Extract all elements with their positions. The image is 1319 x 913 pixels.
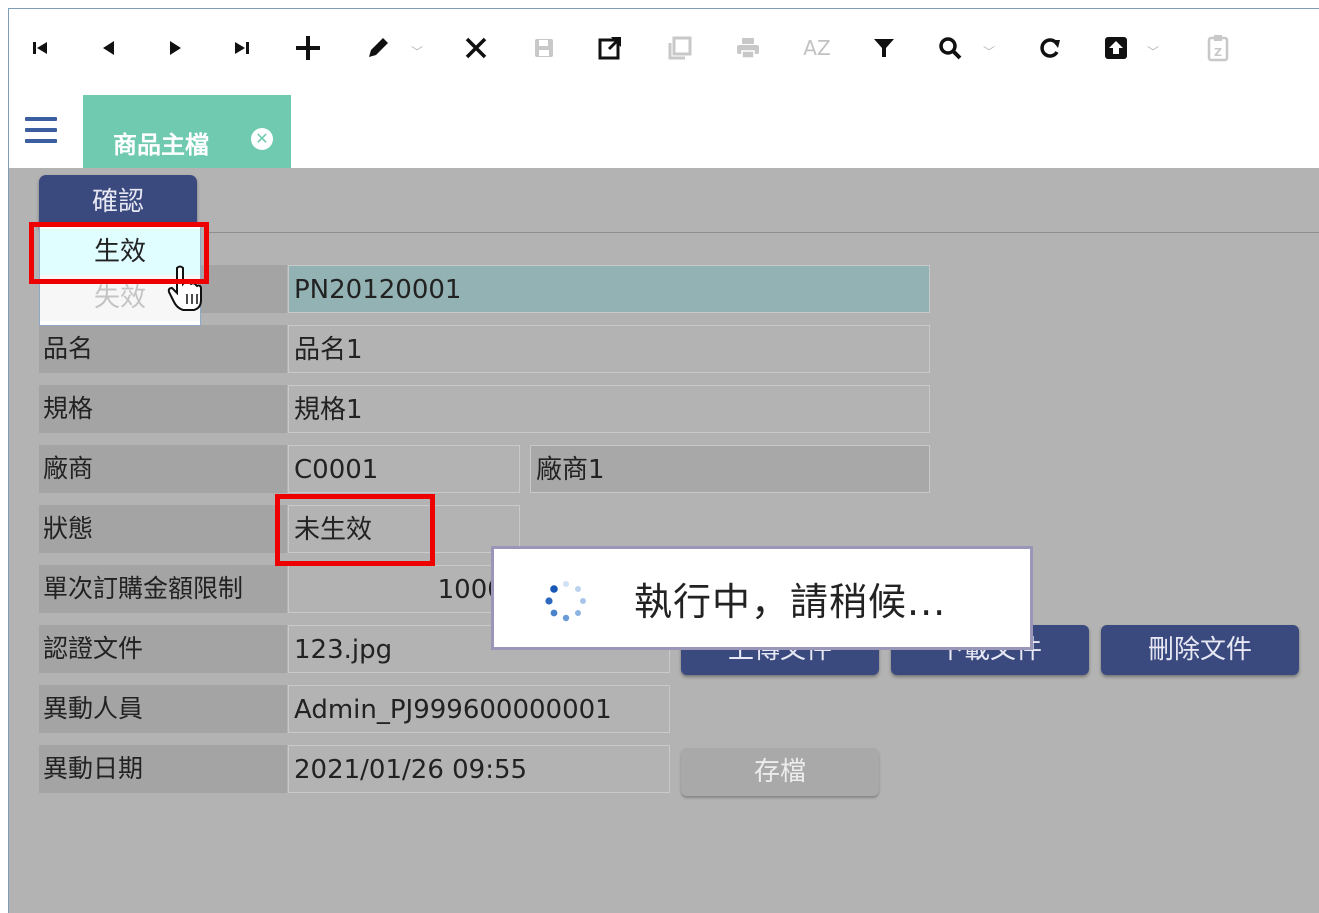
refresh-icon[interactable] bbox=[1033, 31, 1067, 65]
save-button: 存檔 bbox=[681, 748, 879, 796]
upload-box-icon[interactable] bbox=[1099, 31, 1133, 65]
prev-record-icon[interactable] bbox=[91, 31, 125, 65]
spec-label: 規格 bbox=[39, 385, 287, 433]
loading-text: 執行中，請稍候... bbox=[634, 580, 947, 624]
highlight-status-field bbox=[275, 494, 435, 566]
document-label: 認證文件 bbox=[39, 625, 287, 673]
status-label: 狀態 bbox=[39, 505, 287, 553]
sort-az-icon: AZ bbox=[803, 36, 831, 60]
hamburger-menu-icon[interactable] bbox=[25, 117, 57, 143]
name-label: 品名 bbox=[39, 325, 287, 373]
divider-line bbox=[209, 232, 1319, 233]
search-dropdown-chevron-icon[interactable]: ﹀ bbox=[983, 43, 995, 60]
vendor-name-field: 廠商1 bbox=[530, 445, 930, 493]
tab-close-icon[interactable]: ✕ bbox=[251, 128, 273, 150]
clipboard-icon: Z bbox=[1201, 31, 1235, 65]
modified-date-field: 2021/01/26 09:55 bbox=[288, 745, 670, 793]
app-window: ﹀ AZ ﹀ ﹀ Z 商品主檔 ✕ 確認 PN20120001 品名 品名1 規… bbox=[8, 8, 1319, 913]
name-field[interactable]: 品名1 bbox=[288, 325, 930, 373]
spec-field[interactable]: 規格1 bbox=[288, 385, 930, 433]
form-area: 確認 PN20120001 品名 品名1 規格 規格1 廠商 C0001 廠商1… bbox=[9, 168, 1319, 913]
last-record-icon[interactable] bbox=[225, 31, 259, 65]
order-limit-label: 單次訂購金額限制 bbox=[39, 565, 287, 613]
open-external-icon[interactable] bbox=[593, 31, 627, 65]
modifier-label: 異動人員 bbox=[39, 685, 287, 733]
toolbar: ﹀ AZ ﹀ ﹀ Z bbox=[9, 9, 1319, 87]
vendor-label: 廠商 bbox=[39, 445, 287, 493]
tab-product-master[interactable]: 商品主檔 ✕ bbox=[83, 95, 291, 169]
delete-x-icon[interactable] bbox=[459, 31, 493, 65]
upload-dropdown-chevron-icon[interactable]: ﹀ bbox=[1147, 43, 1159, 60]
code-field[interactable]: PN20120001 bbox=[288, 265, 930, 313]
filter-funnel-icon[interactable] bbox=[867, 31, 901, 65]
modified-date-label: 異動日期 bbox=[39, 745, 287, 793]
svg-text:Z: Z bbox=[1214, 46, 1222, 59]
tab-label: 商品主檔 bbox=[113, 131, 209, 159]
tab-bar: 商品主檔 ✕ bbox=[9, 87, 1319, 169]
print-icon bbox=[731, 31, 765, 65]
edit-pencil-icon[interactable] bbox=[361, 31, 395, 65]
first-record-icon[interactable] bbox=[23, 31, 57, 65]
modifier-field: Admin_PJ999600000001 bbox=[288, 685, 670, 733]
copy-icon bbox=[663, 31, 697, 65]
edit-dropdown-chevron-icon[interactable]: ﹀ bbox=[411, 43, 423, 60]
loading-spinner-icon bbox=[545, 581, 586, 622]
search-magnifier-icon[interactable] bbox=[933, 31, 967, 65]
vendor-code-field[interactable]: C0001 bbox=[288, 445, 520, 493]
confirm-button[interactable]: 確認 bbox=[39, 175, 197, 229]
add-icon[interactable] bbox=[291, 31, 325, 65]
next-record-icon[interactable] bbox=[159, 31, 193, 65]
loading-dialog: 執行中，請稍候... bbox=[491, 546, 1033, 650]
highlight-activate-menu-item bbox=[29, 222, 209, 284]
delete-document-button[interactable]: 刪除文件 bbox=[1101, 625, 1299, 675]
save-disk-icon bbox=[527, 31, 561, 65]
